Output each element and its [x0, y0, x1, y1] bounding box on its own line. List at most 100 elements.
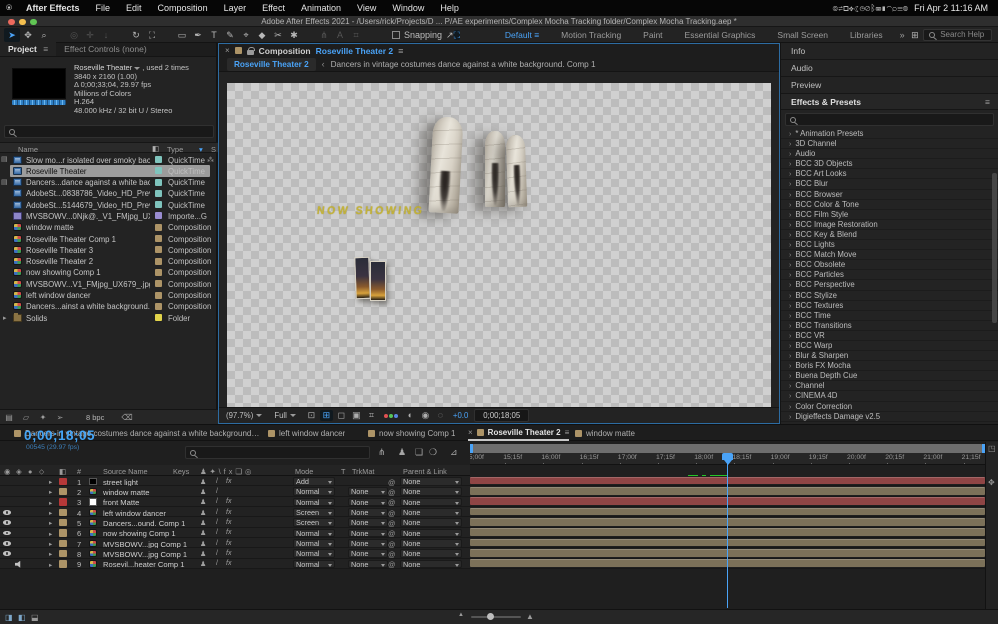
- chevron-right-icon[interactable]: ›: [789, 393, 791, 400]
- parent-pickwhip-icon[interactable]: @: [388, 560, 395, 569]
- twirl-icon[interactable]: ▸: [49, 499, 52, 507]
- show-channel-icon[interactable]: [384, 414, 398, 418]
- project-item-row[interactable]: Dancers...ainst a white background. Comp…: [0, 301, 218, 312]
- trkmat-dropdown[interactable]: None: [348, 560, 388, 569]
- source-name-column[interactable]: Source Name: [103, 467, 148, 476]
- effects-category[interactable]: ›Color Correction: [781, 402, 998, 412]
- label-color-swatch[interactable]: [155, 212, 162, 219]
- menu-item-window[interactable]: Window: [384, 3, 432, 13]
- project-item-row[interactable]: Roseville Theater 2Composition: [0, 256, 218, 267]
- chevron-right-icon[interactable]: ›: [789, 414, 791, 421]
- sort-caret-icon[interactable]: ▾: [199, 145, 203, 154]
- effects-category[interactable]: ›BCC Stylize: [781, 291, 998, 301]
- effects-category[interactable]: ›BCC Transitions: [781, 321, 998, 331]
- label-color-swatch[interactable]: [155, 235, 162, 242]
- column-type[interactable]: Type: [167, 145, 183, 154]
- exposure-value[interactable]: +0.0: [453, 411, 468, 420]
- layer-name[interactable]: MVSBOWV...jpg Comp 1: [103, 540, 195, 549]
- parent-dropdown[interactable]: None: [400, 477, 462, 486]
- project-item-row[interactable]: MVSBOWV...V1_FMjpg_UX679_.jpg Comp 1Comp…: [0, 278, 218, 289]
- resolution-dropdown[interactable]: Full: [271, 410, 299, 421]
- work-area-start-handle[interactable]: [470, 444, 473, 453]
- chevron-right-icon[interactable]: ›: [789, 303, 791, 310]
- project-item-row[interactable]: Roseville Theater Comp 1Composition: [0, 233, 218, 244]
- pen-tool[interactable]: ✒: [190, 28, 206, 42]
- effects-category[interactable]: ›Digieffects Damage v2.5: [781, 412, 998, 422]
- twirl-icon[interactable]: ▸: [49, 540, 52, 548]
- effects-search-input[interactable]: [785, 113, 994, 126]
- workspace-tab-essential-graphics[interactable]: Essential Graphics: [674, 27, 767, 43]
- menu-item-composition[interactable]: Composition: [150, 3, 216, 13]
- frame-blend-master-icon[interactable]: ❏: [415, 447, 423, 458]
- chevron-right-icon[interactable]: ›: [789, 333, 791, 340]
- project-item-row[interactable]: now showing Comp 1Composition: [0, 267, 218, 278]
- chevron-right-icon[interactable]: ›: [789, 232, 791, 239]
- label-color-swatch[interactable]: [155, 269, 162, 276]
- workspace-tab-paint[interactable]: Paint: [632, 27, 673, 43]
- timeline-tab-left-window-dancer[interactable]: left window dancer: [268, 425, 345, 441]
- parent-dropdown[interactable]: None: [400, 498, 462, 507]
- video-column-icon[interactable]: ◉: [4, 467, 10, 476]
- quality-icon[interactable]: /: [216, 498, 218, 505]
- effects-category[interactable]: ›BCC Warp: [781, 341, 998, 351]
- project-item-name[interactable]: MVSBOWV...0Njk@._V1_FMjpg_UX679_.jpg: [26, 212, 150, 221]
- blend-mode-dropdown[interactable]: Normal: [293, 560, 335, 569]
- project-item-row[interactable]: AdobeSt...0838786_Video_HD_Preview.movQu…: [0, 188, 218, 199]
- effects-category[interactable]: ›BCC 3D Objects: [781, 159, 998, 169]
- blend-mode-dropdown[interactable]: Screen: [293, 518, 335, 527]
- effects-category[interactable]: ›BCC Textures: [781, 301, 998, 311]
- parent-pickwhip-icon[interactable]: @: [388, 498, 395, 507]
- resolution-sphere-icon[interactable]: ◐: [404, 410, 417, 421]
- chevron-right-icon[interactable]: ›: [789, 161, 791, 168]
- type-tool[interactable]: T: [206, 28, 222, 42]
- effects-category[interactable]: ›BCC Key & Blend: [781, 230, 998, 240]
- fx-icon[interactable]: fx: [226, 560, 231, 567]
- timeline-zoom-slider[interactable]: [471, 616, 521, 618]
- chevron-right-icon[interactable]: ›: [789, 262, 791, 269]
- snapshot-camera-icon[interactable]: ◉: [419, 410, 432, 421]
- project-item-name[interactable]: left window dancer: [26, 291, 150, 300]
- snapping-control[interactable]: Snapping ↗⛶: [392, 28, 460, 42]
- effects-category[interactable]: ›BCC VR: [781, 331, 998, 341]
- layer-label-swatch[interactable]: [59, 478, 67, 486]
- snap-crosshair-icon[interactable]: ⛶: [454, 30, 460, 40]
- playhead-handle[interactable]: [722, 453, 733, 464]
- bluetooth-icon[interactable]: ᛒ: [870, 3, 875, 13]
- delete-item-icon[interactable]: ⌫: [121, 413, 131, 422]
- timeline-zoom-handle[interactable]: [487, 613, 494, 620]
- project-item-name[interactable]: Dancers...dance against a white backgrou…: [26, 178, 150, 187]
- chevron-right-icon[interactable]: ›: [789, 242, 791, 249]
- quality-icon[interactable]: /: [216, 560, 218, 567]
- magnification-dropdown[interactable]: (97.7%): [223, 410, 265, 421]
- menu-item-layer[interactable]: Layer: [216, 3, 255, 13]
- chevron-right-icon[interactable]: ›: [789, 141, 791, 148]
- parent-dropdown[interactable]: None: [400, 529, 462, 538]
- blend-mode-dropdown[interactable]: Screen: [293, 508, 335, 517]
- layer-name[interactable]: front Matte: [103, 498, 195, 507]
- parent-pickwhip-icon[interactable]: @: [388, 509, 395, 518]
- viewer-timecode[interactable]: 0;00;18;05: [474, 409, 529, 422]
- parent-pickwhip-icon[interactable]: @: [388, 488, 395, 497]
- effects-category[interactable]: ›BCC Match Move: [781, 250, 998, 260]
- label-color-swatch[interactable]: [155, 292, 162, 299]
- audio-column-icon[interactable]: ◈: [16, 467, 22, 476]
- blend-mode-dropdown[interactable]: Add: [293, 477, 335, 486]
- effects-category[interactable]: ›BCC Particles: [781, 270, 998, 280]
- layer-name[interactable]: Rosevil...heater Comp 1: [103, 560, 195, 569]
- chevron-right-icon[interactable]: ›: [789, 222, 791, 229]
- layer-name[interactable]: now showing Comp 1: [103, 529, 195, 538]
- work-area-bar[interactable]: [470, 444, 985, 453]
- eye-visibility-icon[interactable]: [3, 520, 11, 525]
- scale-around-center-icon[interactable]: ↗: [446, 30, 454, 40]
- comp-marker-bin-icon[interactable]: ✥: [988, 478, 995, 487]
- layer-row[interactable]: ▸4left window dancer♟/fxScreenNone@None: [0, 507, 470, 517]
- close-tab-icon[interactable]: ×: [468, 428, 473, 437]
- shy-icon[interactable]: ♟: [200, 498, 206, 506]
- parent-dropdown[interactable]: None: [400, 560, 462, 569]
- menu-item-after-effects[interactable]: After Effects: [18, 3, 88, 13]
- effects-category[interactable]: ›3D Channel: [781, 139, 998, 149]
- rectangle-tool[interactable]: ▭: [174, 28, 190, 42]
- layer-row[interactable]: ▸9Rosevil...heater Comp 1♟/fxNormalNone@…: [0, 559, 470, 569]
- shy-icon[interactable]: ♟: [200, 529, 206, 537]
- layer-row[interactable]: ▸6now showing Comp 1♟/fxNormalNone@None: [0, 528, 470, 538]
